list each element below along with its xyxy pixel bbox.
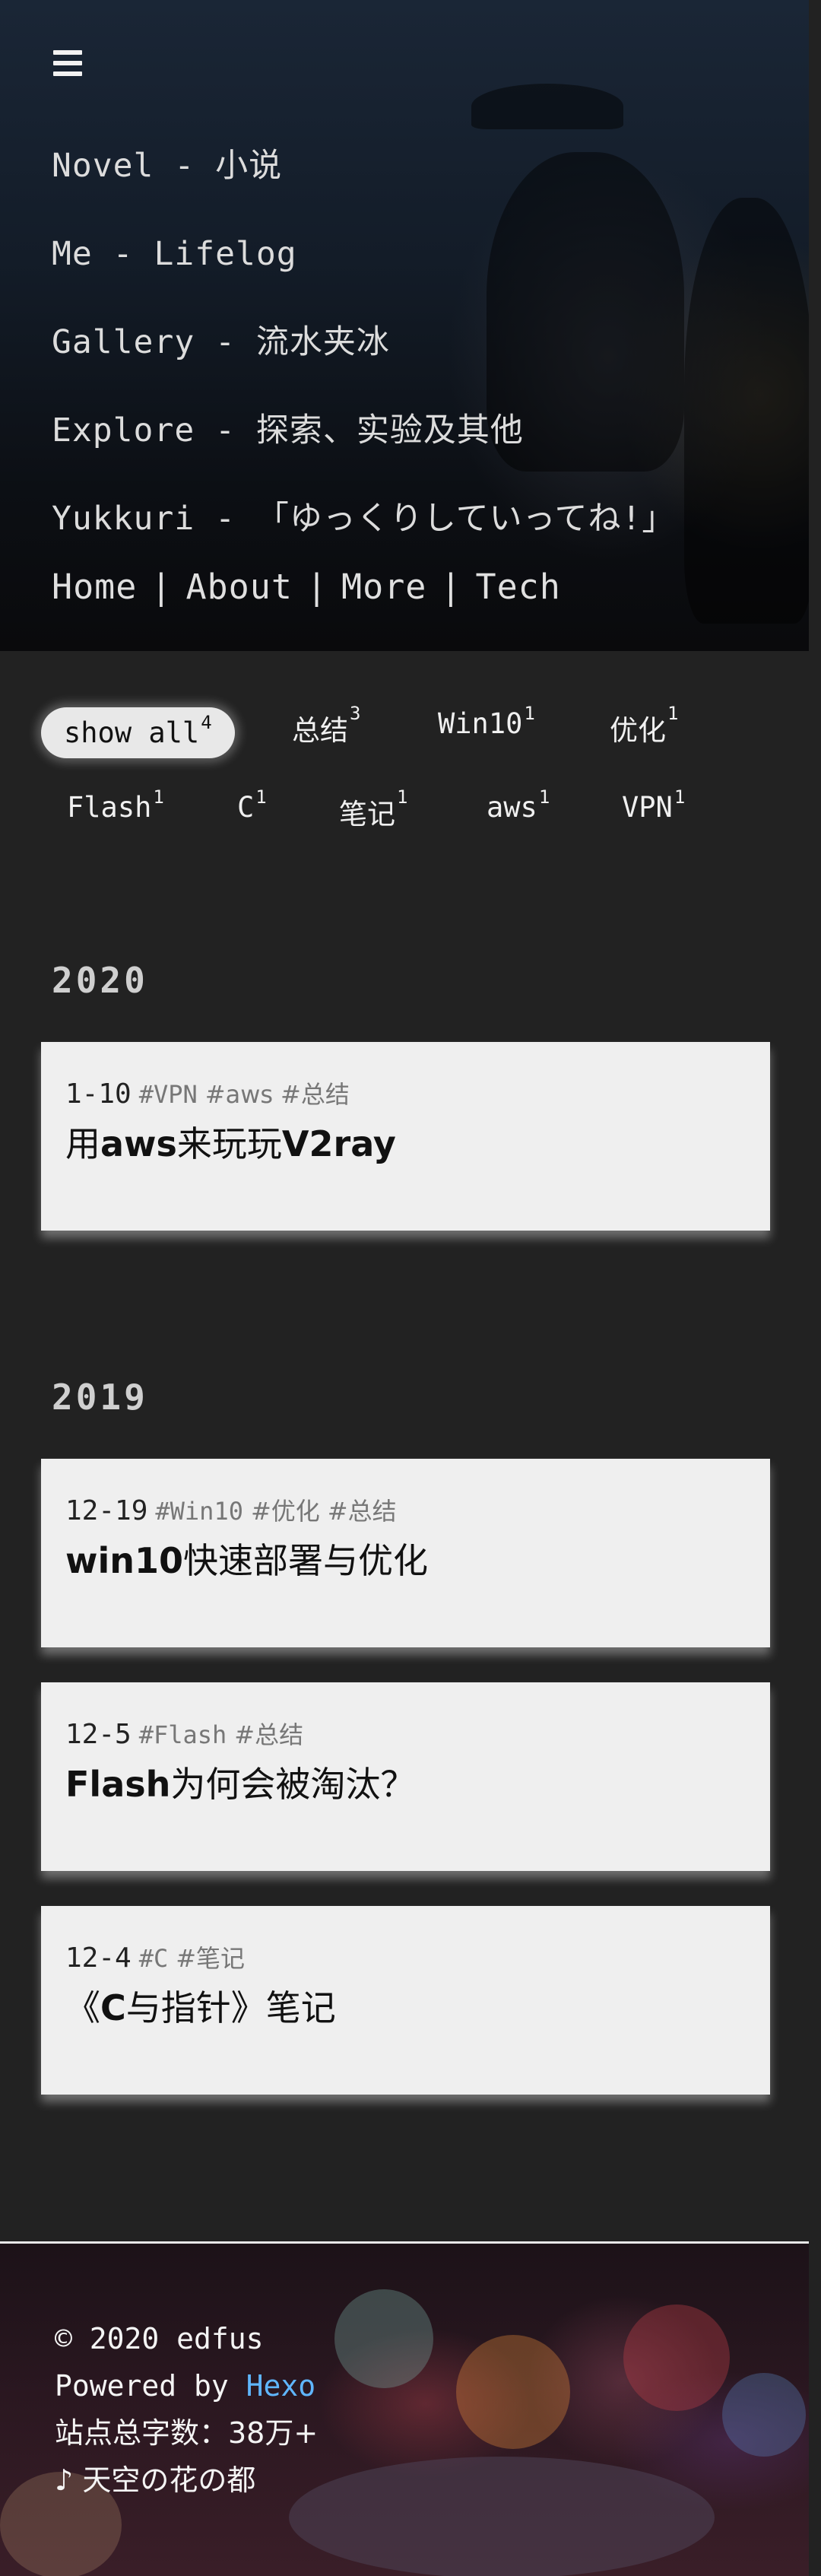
post-tag[interactable]: #C bbox=[139, 1944, 169, 1973]
nav-item-gallery[interactable]: Gallery - 流水夹冰 bbox=[52, 298, 675, 386]
nav-link-explore[interactable]: Explore - 探索、实验及其他 bbox=[52, 411, 524, 449]
tag-flash[interactable]: Flash1 bbox=[67, 786, 164, 824]
tag-count: 3 bbox=[350, 703, 361, 724]
nav-link-yukkuri[interactable]: Yukkuri - 「ゆっくりしていってね!」 bbox=[52, 500, 675, 538]
nav-link-about[interactable]: About bbox=[185, 567, 292, 607]
tag-win10[interactable]: Win101 bbox=[438, 703, 535, 740]
nav-link-gallery[interactable]: Gallery - 流水夹冰 bbox=[52, 323, 390, 361]
hamburger-menu-icon[interactable] bbox=[53, 50, 82, 76]
copyright: © 2020 edfus bbox=[55, 2322, 264, 2355]
tag-label: VPN bbox=[622, 791, 673, 824]
post-tag[interactable]: #总结 bbox=[281, 1080, 350, 1109]
title-text-bold: V2ray bbox=[281, 1123, 396, 1164]
title-text-bold: win10 bbox=[65, 1540, 184, 1581]
tag-summary[interactable]: 总结3 bbox=[292, 703, 360, 748]
tag-c[interactable]: C1 bbox=[237, 786, 267, 824]
post-tag[interactable]: #总结 bbox=[328, 1497, 397, 1526]
tag-label: C bbox=[237, 791, 255, 824]
tag-label: show all bbox=[64, 716, 200, 749]
nav-separator: | bbox=[306, 567, 328, 607]
tag-count: 1 bbox=[255, 786, 267, 808]
powered-by-label: Powered by bbox=[55, 2369, 246, 2403]
post-title[interactable]: 用aws来玩玩V2ray bbox=[65, 1116, 396, 1167]
year-heading: 2020 bbox=[52, 960, 148, 1001]
tag-label: 笔记 bbox=[339, 798, 395, 831]
music-player[interactable]: ♪ 天空の花の都 bbox=[55, 2457, 318, 2504]
post-date: 1-10 bbox=[65, 1078, 132, 1110]
footer-info: © 2020 edfus Powered by Hexo 站点总字数：38万+ … bbox=[55, 2315, 318, 2504]
post-card[interactable]: 12-19 #Win10 #优化 #总结 win10快速部署与优化 bbox=[41, 1459, 770, 1647]
tag-label: 总结 bbox=[292, 714, 348, 747]
site-header: Novel - 小说 Me - Lifelog Gallery - 流水夹冰 E… bbox=[0, 0, 809, 651]
post-tag[interactable]: #Flash bbox=[139, 1720, 227, 1749]
tag-label: 优化 bbox=[610, 714, 666, 747]
site-footer: © 2020 edfus Powered by Hexo 站点总字数：38万+ … bbox=[0, 2244, 809, 2576]
post-title[interactable]: 《C与指针》笔记 bbox=[65, 1980, 336, 2031]
title-text: 为何会被淘汰？ bbox=[170, 1764, 416, 1805]
post-meta: 12-4 #C #笔记 bbox=[65, 1939, 245, 1974]
tag-count: 1 bbox=[674, 786, 686, 808]
title-text: 用 bbox=[65, 1123, 100, 1164]
post-date: 12-5 bbox=[65, 1719, 132, 1750]
nav-link-tech[interactable]: Tech bbox=[476, 567, 561, 607]
secondary-nav: Home | About | More | Tech bbox=[52, 567, 561, 607]
title-text-bold: C bbox=[100, 1987, 126, 2028]
year-heading: 2019 bbox=[52, 1377, 148, 1418]
title-text: 来玩玩 bbox=[176, 1123, 282, 1164]
tag-vpn[interactable]: VPN1 bbox=[622, 786, 685, 824]
nav-link-novel[interactable]: Novel - 小说 bbox=[52, 147, 282, 185]
tag-notes[interactable]: 笔记1 bbox=[339, 786, 407, 832]
post-card[interactable]: 12-5 #Flash #总结 Flash为何会被淘汰？ bbox=[41, 1682, 770, 1871]
tag-aws[interactable]: aws1 bbox=[487, 786, 550, 824]
tag-show-all[interactable]: show all4 bbox=[41, 707, 235, 758]
post-tag[interactable]: #笔记 bbox=[176, 1944, 245, 1973]
post-title[interactable]: win10快速部署与优化 bbox=[65, 1533, 428, 1583]
post-tag[interactable]: #优化 bbox=[251, 1497, 320, 1526]
post-tag[interactable]: #总结 bbox=[234, 1720, 303, 1749]
tag-optimize[interactable]: 优化1 bbox=[610, 703, 678, 748]
title-text-bold: Flash bbox=[65, 1764, 171, 1805]
post-date: 12-4 bbox=[65, 1942, 132, 1974]
nav-separator: | bbox=[440, 567, 462, 607]
nav-separator: | bbox=[151, 567, 173, 607]
post-card[interactable]: 12-4 #C #笔记 《C与指针》笔记 bbox=[41, 1906, 770, 2095]
post-meta: 12-19 #Win10 #优化 #总结 bbox=[65, 1492, 397, 1527]
nav-item-explore[interactable]: Explore - 探索、实验及其他 bbox=[52, 386, 675, 475]
hexo-link[interactable]: Hexo bbox=[246, 2369, 316, 2403]
powered-by: Powered by Hexo bbox=[55, 2362, 318, 2409]
tag-count: 1 bbox=[667, 703, 679, 724]
nav-item-yukkuri[interactable]: Yukkuri - 「ゆっくりしていってね!」 bbox=[52, 475, 675, 563]
post-tag[interactable]: #VPN bbox=[139, 1080, 198, 1109]
tag-count: 1 bbox=[538, 786, 550, 808]
title-text: 与指针》笔记 bbox=[125, 1987, 336, 2028]
post-tag[interactable]: #Win10 bbox=[155, 1497, 243, 1526]
post-meta: 12-5 #Flash #总结 bbox=[65, 1716, 303, 1751]
nav-item-me[interactable]: Me - Lifelog bbox=[52, 210, 675, 298]
primary-nav: Novel - 小说 Me - Lifelog Gallery - 流水夹冰 E… bbox=[52, 122, 675, 563]
post-tag[interactable]: #aws bbox=[205, 1080, 273, 1109]
nav-link-more[interactable]: More bbox=[341, 567, 426, 607]
word-count: 站点总字数：38万+ bbox=[55, 2416, 319, 2450]
nav-item-novel[interactable]: Novel - 小说 bbox=[52, 122, 675, 210]
nav-link-home[interactable]: Home bbox=[52, 567, 137, 607]
post-card[interactable]: 1-10 #VPN #aws #总结 用aws来玩玩V2ray bbox=[41, 1042, 770, 1231]
tag-label: Win10 bbox=[438, 707, 523, 740]
post-meta: 1-10 #VPN #aws #总结 bbox=[65, 1075, 350, 1110]
title-text: 《 bbox=[65, 1987, 100, 2028]
tag-count: 4 bbox=[201, 712, 212, 733]
tag-count: 1 bbox=[524, 703, 535, 724]
tag-count: 1 bbox=[153, 786, 164, 808]
title-text: 快速部署与优化 bbox=[183, 1540, 429, 1581]
post-date: 12-19 bbox=[65, 1495, 148, 1526]
tag-count: 1 bbox=[397, 786, 408, 808]
nav-link-me[interactable]: Me - Lifelog bbox=[52, 235, 297, 273]
title-text-bold: aws bbox=[100, 1123, 177, 1164]
tag-label: Flash bbox=[67, 791, 152, 824]
post-title[interactable]: Flash为何会被淘汰？ bbox=[65, 1757, 415, 1807]
tag-label: aws bbox=[487, 791, 537, 824]
